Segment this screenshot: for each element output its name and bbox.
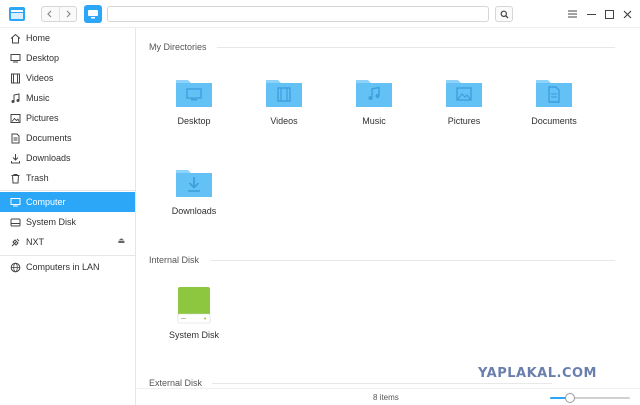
computer-icon	[9, 196, 21, 208]
navigation-buttons	[41, 6, 77, 22]
trash-icon	[9, 172, 21, 184]
sidebar-item-label: Computers in LAN	[26, 262, 100, 272]
section-divider	[212, 383, 552, 384]
sidebar-item-videos[interactable]: Videos	[0, 68, 135, 88]
sidebar-item-label: NXT	[26, 237, 44, 247]
desktop-folder-icon	[176, 80, 212, 107]
videos-folder-icon	[266, 80, 302, 107]
music-folder-icon	[356, 80, 392, 107]
sidebar-item-label: Videos	[26, 73, 54, 83]
sidebar-divider	[0, 190, 135, 191]
sidebar-item-label: Trash	[26, 173, 49, 183]
picture-icon	[9, 112, 21, 124]
sidebar-item-documents[interactable]: Documents	[0, 128, 135, 148]
directory-tile-desktop[interactable]: Desktop	[154, 76, 234, 146]
directory-label: Videos	[270, 116, 298, 126]
sidebar-item-trash[interactable]: Trash	[0, 168, 135, 188]
directory-label: Desktop	[177, 116, 211, 126]
search-icon	[500, 10, 508, 18]
green-disk-icon	[177, 287, 211, 324]
sidebar-item-label: System Disk	[26, 217, 77, 227]
sidebar-item-label: Pictures	[26, 113, 59, 123]
download-icon	[9, 152, 21, 164]
directory-label: Downloads	[171, 206, 217, 216]
sidebar-item-nxt[interactable]: NXT ⏏	[0, 232, 135, 252]
zoom-slider[interactable]	[550, 393, 630, 403]
film-icon	[9, 72, 21, 84]
documents-folder-icon	[536, 80, 572, 107]
title-bar	[0, 0, 640, 28]
sidebar-item-label: Downloads	[26, 153, 71, 163]
eject-button[interactable]: ⏏	[117, 236, 125, 245]
sidebar-item-pictures[interactable]: Pictures	[0, 108, 135, 128]
sidebar-item-label: Computer	[26, 197, 66, 207]
home-icon	[9, 32, 21, 44]
sidebar: Home Desktop Videos Music Pictures Docum…	[0, 28, 136, 405]
maximize-button[interactable]	[603, 8, 615, 20]
directory-tile-documents[interactable]: Documents	[514, 76, 594, 146]
directory-tile-downloads[interactable]: Downloads	[154, 166, 234, 236]
usb-icon	[9, 236, 21, 248]
directory-label: Pictures	[447, 116, 481, 126]
directory-label: Documents	[531, 116, 577, 126]
item-count: 8 items	[373, 393, 399, 402]
minimize-button[interactable]	[585, 8, 597, 20]
document-icon	[9, 132, 21, 144]
music-icon	[9, 92, 21, 104]
directory-label: Music	[362, 116, 386, 126]
chevron-left-icon	[47, 10, 52, 18]
menu-button[interactable]	[566, 8, 578, 20]
directory-tile-music[interactable]: Music	[334, 76, 414, 146]
status-bar: 8 items	[137, 388, 640, 405]
search-button[interactable]	[495, 6, 513, 22]
back-button[interactable]	[42, 7, 59, 21]
sidebar-item-label: Desktop	[26, 53, 60, 63]
section-title-external-disk: External Disk	[149, 378, 203, 388]
disk-icon	[9, 216, 21, 228]
menu-icon	[567, 10, 577, 18]
main-content: My Directories Desktop Videos Music Pict…	[137, 28, 640, 388]
computer-icon	[88, 10, 98, 19]
close-icon	[623, 10, 631, 18]
desktop-icon	[9, 52, 21, 64]
section-divider	[217, 47, 615, 48]
section-title-my-directories: My Directories	[149, 42, 207, 52]
address-bar[interactable]	[107, 6, 489, 22]
chevron-right-icon	[66, 10, 71, 18]
section-title-internal-disk: Internal Disk	[149, 255, 200, 265]
sidebar-item-computers-in-lan[interactable]: Computers in LAN	[0, 257, 135, 277]
sidebar-item-music[interactable]: Music	[0, 88, 135, 108]
sidebar-item-computer[interactable]: Computer	[0, 192, 135, 212]
directory-tile-pictures[interactable]: Pictures	[424, 76, 504, 146]
sidebar-item-label: Documents	[26, 133, 72, 143]
zoom-slider-handle[interactable]	[565, 393, 575, 403]
downloads-folder-icon	[176, 170, 212, 197]
close-button[interactable]	[621, 8, 633, 20]
sidebar-divider	[0, 255, 135, 256]
forward-button[interactable]	[58, 7, 77, 21]
directory-tile-videos[interactable]: Videos	[244, 76, 324, 146]
network-icon	[9, 261, 21, 273]
computer-breadcrumb-button[interactable]	[84, 5, 102, 23]
watermark-text: YAPLAKAL.COM	[478, 366, 597, 381]
disk-label: System Disk	[168, 330, 219, 340]
maximize-icon	[604, 9, 614, 19]
sidebar-item-home[interactable]: Home	[0, 28, 135, 48]
minimize-icon	[586, 14, 596, 15]
section-divider	[210, 260, 615, 261]
sidebar-item-downloads[interactable]: Downloads	[0, 148, 135, 168]
pictures-folder-icon	[446, 80, 482, 107]
sidebar-item-desktop[interactable]: Desktop	[0, 48, 135, 68]
sidebar-item-label: Music	[26, 93, 50, 103]
sidebar-item-system-disk[interactable]: System Disk	[0, 212, 135, 232]
disk-tile-system-disk[interactable]: System Disk	[154, 286, 234, 356]
sidebar-item-label: Home	[26, 33, 51, 43]
file-manager-app-icon	[9, 7, 25, 21]
